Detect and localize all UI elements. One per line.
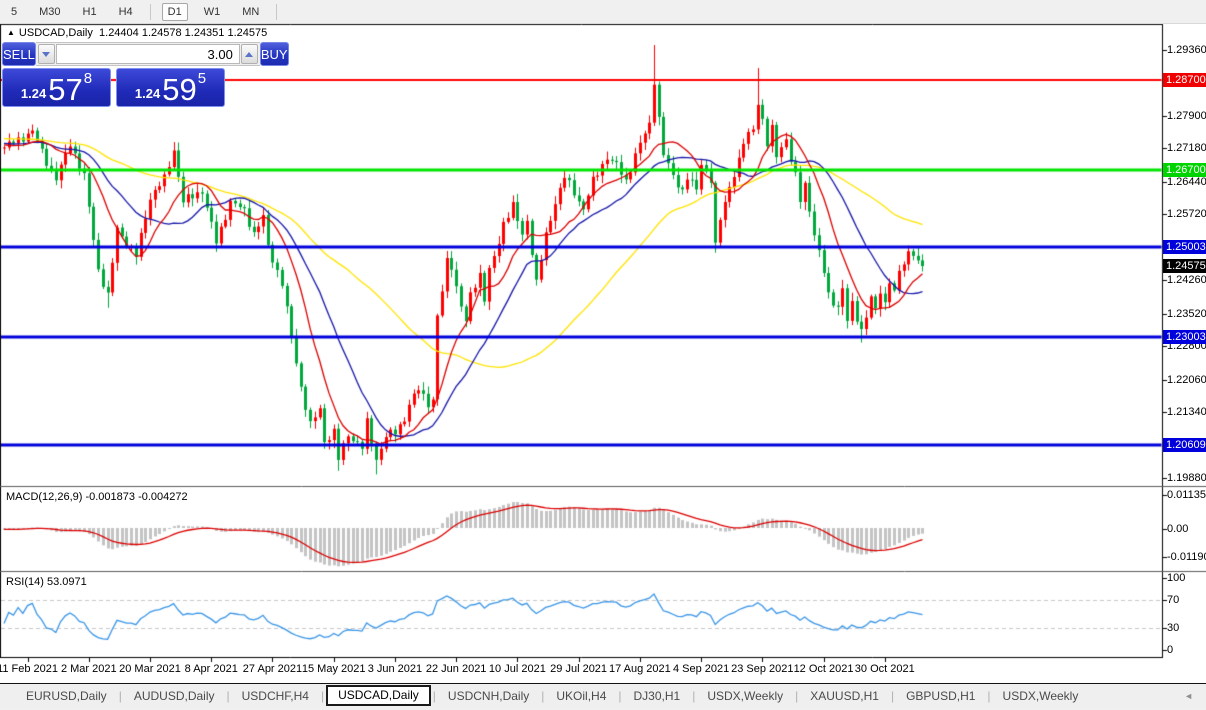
tab-usdchf-h4[interactable]: USDCHF,H4	[230, 686, 321, 706]
sell-price-main: 57	[48, 74, 82, 105]
buy-price-big-figure: 1.24	[135, 86, 160, 101]
date-axis-label: 12 Oct 2021	[794, 663, 854, 675]
date-axis-label: 22 Jun 2021	[426, 663, 487, 675]
price-axis-tick: 1.27180	[1167, 142, 1206, 154]
scroll-left-icon[interactable]: ◄	[1184, 691, 1193, 701]
price-axis-tick: 1.19880	[1167, 472, 1206, 484]
current-price-badge: 1.24575	[1163, 259, 1206, 273]
timeframe-button-mn[interactable]: MN	[236, 3, 265, 21]
toolbar-separator	[276, 4, 277, 20]
sell-button[interactable]: SELL	[2, 42, 36, 66]
price-axis-tick: 1.21340	[1167, 406, 1206, 418]
timeframe-button-m30[interactable]: M30	[33, 3, 66, 21]
price-axis-tick: 1.23520	[1167, 308, 1206, 320]
date-axis-label: 15 May 2021	[302, 663, 366, 675]
price-axis-tick: 1.22060	[1167, 374, 1206, 386]
rsi-axis-tick: 0	[1167, 644, 1173, 656]
tab-separator: |	[321, 689, 324, 703]
price-axis-tick: 1.25720	[1167, 208, 1206, 220]
timeframe-button-d1[interactable]: D1	[162, 3, 188, 21]
date-axis-label: 10 Jul 2021	[489, 663, 546, 675]
date-axis-label: 3 Jun 2021	[368, 663, 422, 675]
timeframe-button-5[interactable]: 5	[5, 3, 23, 21]
buy-price-main: 59	[162, 74, 196, 105]
date-axis-label: 8 Apr 2021	[185, 663, 238, 675]
chart-tab-bar: EURUSD,Daily|AUDUSD,Daily|USDCHF,H4|USDC…	[0, 683, 1206, 707]
tab-scroll-controls: ◄►	[1184, 691, 1206, 701]
volume-decrease-button[interactable]	[38, 44, 55, 64]
tab-xauusd-h1[interactable]: XAUUSD,H1	[798, 686, 891, 706]
chart-symbol-label: USDCAD,Daily	[19, 27, 93, 39]
tab-ukoil-h4[interactable]: UKOil,H4	[544, 686, 618, 706]
sell-price-pip: 8	[84, 70, 92, 87]
volume-increase-button[interactable]	[241, 44, 258, 64]
date-axis-label: 20 Mar 2021	[119, 663, 181, 675]
timeframe-button-h1[interactable]: H1	[77, 3, 103, 21]
sell-price-big-figure: 1.24	[21, 86, 46, 101]
rsi-axis-tick: 30	[1167, 622, 1179, 634]
rsi-axis-tick: 100	[1167, 572, 1185, 584]
tab-usdcad-daily[interactable]: USDCAD,Daily	[326, 685, 431, 706]
chevron-up-icon	[245, 52, 253, 57]
price-axis-tick: 1.29360	[1167, 44, 1206, 56]
level-price-badge: 1.23003	[1163, 330, 1206, 344]
tab-dj30-h1[interactable]: DJ30,H1	[622, 686, 693, 706]
volume-input[interactable]	[56, 44, 240, 64]
support-level-badge: 1.26700	[1163, 163, 1206, 177]
date-axis-label: 27 Apr 2021	[243, 663, 302, 675]
date-axis-label: 17 Aug 2021	[609, 663, 671, 675]
date-axis-label: 4 Sep 2021	[673, 663, 729, 675]
level-price-badge: 1.20609	[1163, 438, 1206, 452]
macd-axis-tick: 0.00	[1167, 523, 1188, 535]
rsi-indicator-label: RSI(14) 53.0971	[6, 576, 87, 588]
tab-gbpusd-h1[interactable]: GBPUSD,H1	[894, 686, 987, 706]
tab-audusd-daily[interactable]: AUDUSD,Daily	[122, 686, 227, 706]
buy-price-display[interactable]: 1.24595	[116, 68, 225, 107]
price-axis-tick: 1.26440	[1167, 176, 1206, 188]
chart-title: ▲ USDCAD,Daily 1.24404 1.24578 1.24351 1.…	[7, 27, 267, 39]
tab-usdx-weekly[interactable]: USDX,Weekly	[991, 686, 1091, 706]
date-axis-label: 29 Jul 2021	[550, 663, 607, 675]
rsi-axis-tick: 70	[1167, 594, 1179, 606]
date-axis-label: 2 Mar 2021	[61, 663, 117, 675]
timeframe-button-w1[interactable]: W1	[198, 3, 227, 21]
tab-usdx-weekly[interactable]: USDX,Weekly	[695, 686, 795, 706]
timeframe-button-h4[interactable]: H4	[113, 3, 139, 21]
chart-ohlc-readout: 1.24404 1.24578 1.24351 1.24575	[99, 27, 267, 39]
one-click-trading-panel: SELL BUY 1.24578 1.24595	[2, 42, 225, 107]
date-axis-label: 23 Sep 2021	[731, 663, 793, 675]
toolbar-separator	[150, 4, 151, 20]
buy-button[interactable]: BUY	[260, 42, 289, 66]
price-axis-tick: 1.27900	[1167, 110, 1206, 122]
sell-price-display[interactable]: 1.24578	[2, 68, 111, 107]
tab-usdcnh-daily[interactable]: USDCNH,Daily	[436, 686, 541, 706]
chevron-down-icon	[42, 52, 50, 57]
tab-eurusd-daily[interactable]: EURUSD,Daily	[14, 686, 119, 706]
title-arrow-icon: ▲	[7, 28, 15, 37]
resistance-level-badge: 1.28700	[1163, 73, 1206, 87]
macd-indicator-label: MACD(12,26,9) -0.001873 -0.004272	[6, 491, 188, 503]
date-axis-label: 11 Feb 2021	[0, 663, 58, 675]
macd-axis-tick: 0.01135	[1167, 489, 1206, 501]
timeframe-toolbar: 5 M30 H1 H4 D1 W1 MN	[0, 0, 1206, 24]
buy-price-pip: 5	[198, 70, 206, 87]
level-price-badge: 1.25003	[1163, 240, 1206, 254]
price-axis-tick: 1.24260	[1167, 274, 1206, 286]
volume-control	[36, 42, 260, 66]
date-axis-label: 30 Oct 2021	[855, 663, 915, 675]
macd-axis-tick: -0.01190	[1167, 551, 1206, 563]
